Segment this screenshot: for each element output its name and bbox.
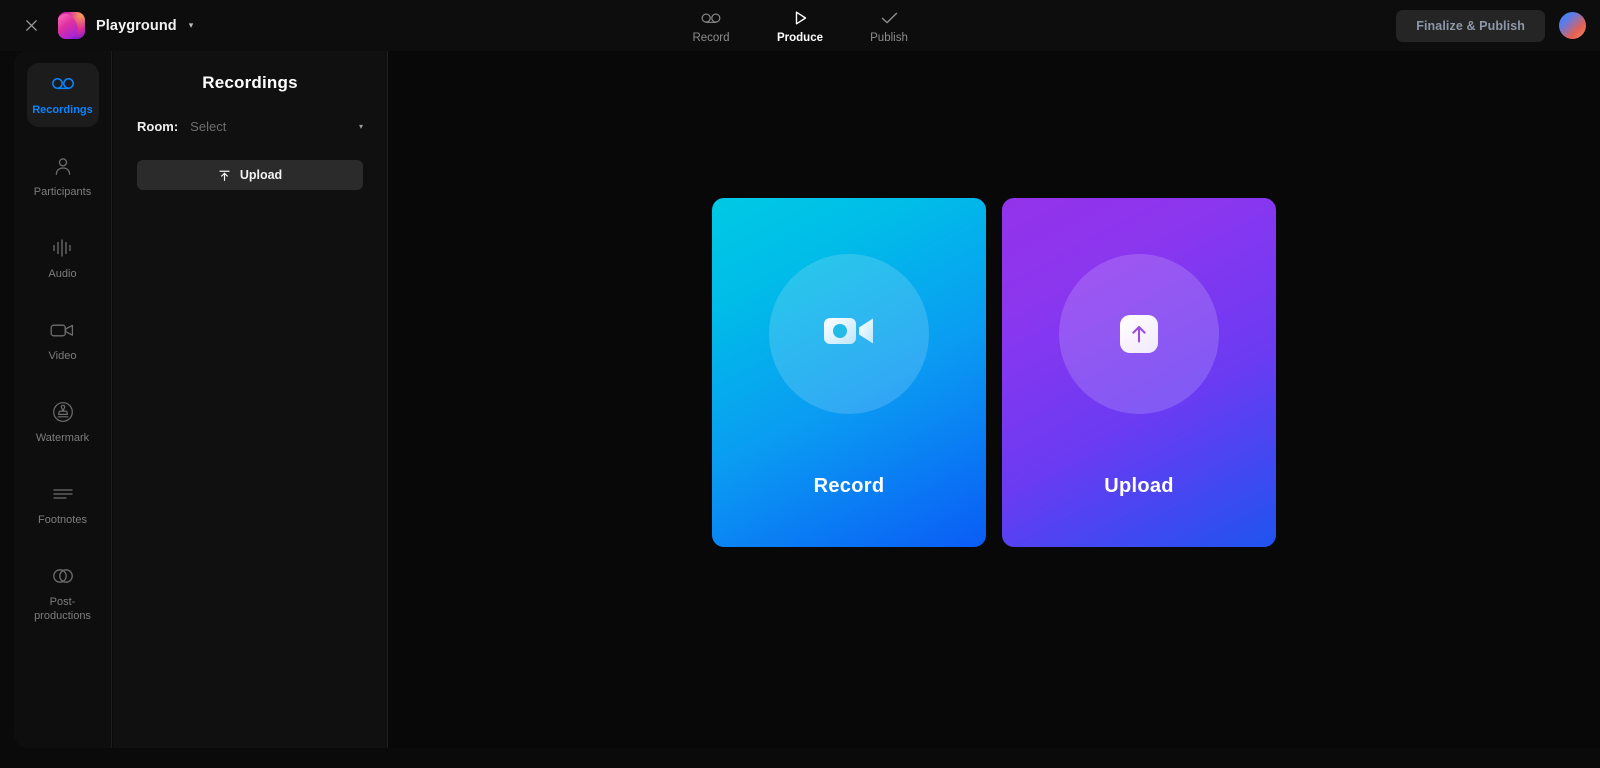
- app-logo-icon: [58, 12, 85, 39]
- nav-item-produce[interactable]: Produce: [769, 4, 832, 44]
- video-camera-icon: [50, 319, 75, 341]
- top-bar-left: Playground ▾: [0, 12, 193, 39]
- nav-item-record[interactable]: Record: [680, 4, 743, 44]
- chevron-down-icon: ▾: [358, 122, 363, 131]
- overlapping-circles-icon: [51, 565, 75, 587]
- main-stage: Record Upload: [388, 51, 1600, 748]
- sidebar-label-video: Video: [48, 350, 77, 362]
- sidebar-item-watermark[interactable]: Watermark: [27, 391, 99, 455]
- app-root: Playground ▾ Record Produce Publish Fina…: [0, 0, 1600, 768]
- room-label: Room:: [137, 119, 179, 134]
- room-select-value: Select: [190, 119, 227, 134]
- sidebar-item-participants[interactable]: Participants: [27, 145, 99, 209]
- upload-card[interactable]: Upload: [1002, 197, 1276, 547]
- sidebar-label-audio: Audio: [48, 268, 77, 280]
- record-card-label: Record: [813, 474, 885, 497]
- sidebar-label-watermark: Watermark: [35, 432, 90, 444]
- tape-reel-icon: [701, 8, 722, 28]
- project-name: Playground: [96, 17, 177, 34]
- record-card-circle: [769, 253, 929, 414]
- top-bar: Playground ▾ Record Produce Publish Fina…: [0, 0, 1600, 51]
- brand[interactable]: Playground ▾: [58, 12, 193, 39]
- top-bar-right: Finalize & Publish: [1396, 0, 1586, 51]
- sidebar-label-participants: Participants: [33, 186, 92, 198]
- recordings-panel: Recordings Room: Select ▾ Upload: [113, 51, 388, 748]
- close-icon[interactable]: [18, 13, 44, 39]
- nav-label-record: Record: [692, 32, 730, 44]
- play-triangle-icon: [792, 8, 808, 28]
- avatar[interactable]: [1559, 12, 1586, 39]
- finalize-and-publish-button[interactable]: Finalize & Publish: [1396, 9, 1545, 42]
- nav-label-produce: Produce: [776, 32, 823, 44]
- sidebar-item-post-productions[interactable]: Post-productions: [27, 555, 99, 633]
- top-nav: Record Produce Publish: [680, 4, 921, 44]
- sidebar-label-footnotes: Footnotes: [38, 514, 87, 526]
- chevron-down-icon[interactable]: ▾: [189, 20, 194, 31]
- page-title: Recordings: [202, 73, 298, 92]
- lines-icon: [52, 483, 74, 505]
- sidebar-label-post-productions: Post-productions: [34, 596, 91, 622]
- room-row: Room: Select ▾: [137, 119, 363, 136]
- waveform-icon: [52, 237, 74, 259]
- record-card[interactable]: Record: [712, 197, 986, 547]
- room-select[interactable]: Select ▾: [190, 119, 363, 134]
- tape-reel-icon: [51, 73, 75, 95]
- sidebar-item-video[interactable]: Video: [27, 309, 99, 373]
- sidebar-item-recordings[interactable]: Recordings: [26, 63, 99, 127]
- upload-button-label: Upload: [239, 168, 283, 182]
- video-camera-icon: [823, 314, 875, 353]
- sidebar-label-recordings: Recordings: [32, 104, 93, 116]
- upload-card-label: Upload: [1104, 474, 1174, 497]
- check-icon: [880, 8, 898, 28]
- sidebar-rail: Recordings Participants Audio Video Wate…: [14, 51, 112, 748]
- upload-button[interactable]: Upload: [137, 160, 363, 190]
- sidebar-item-audio[interactable]: Audio: [27, 227, 99, 291]
- person-icon: [54, 155, 72, 177]
- upload-arrow-icon: [1120, 314, 1158, 353]
- stamp-circle-icon: [52, 401, 74, 423]
- nav-item-publish[interactable]: Publish: [858, 4, 921, 44]
- nav-label-publish: Publish: [870, 32, 908, 44]
- sidebar-item-footnotes[interactable]: Footnotes: [27, 473, 99, 537]
- upload-card-circle: [1059, 253, 1219, 414]
- upload-arrow-icon: [218, 169, 231, 182]
